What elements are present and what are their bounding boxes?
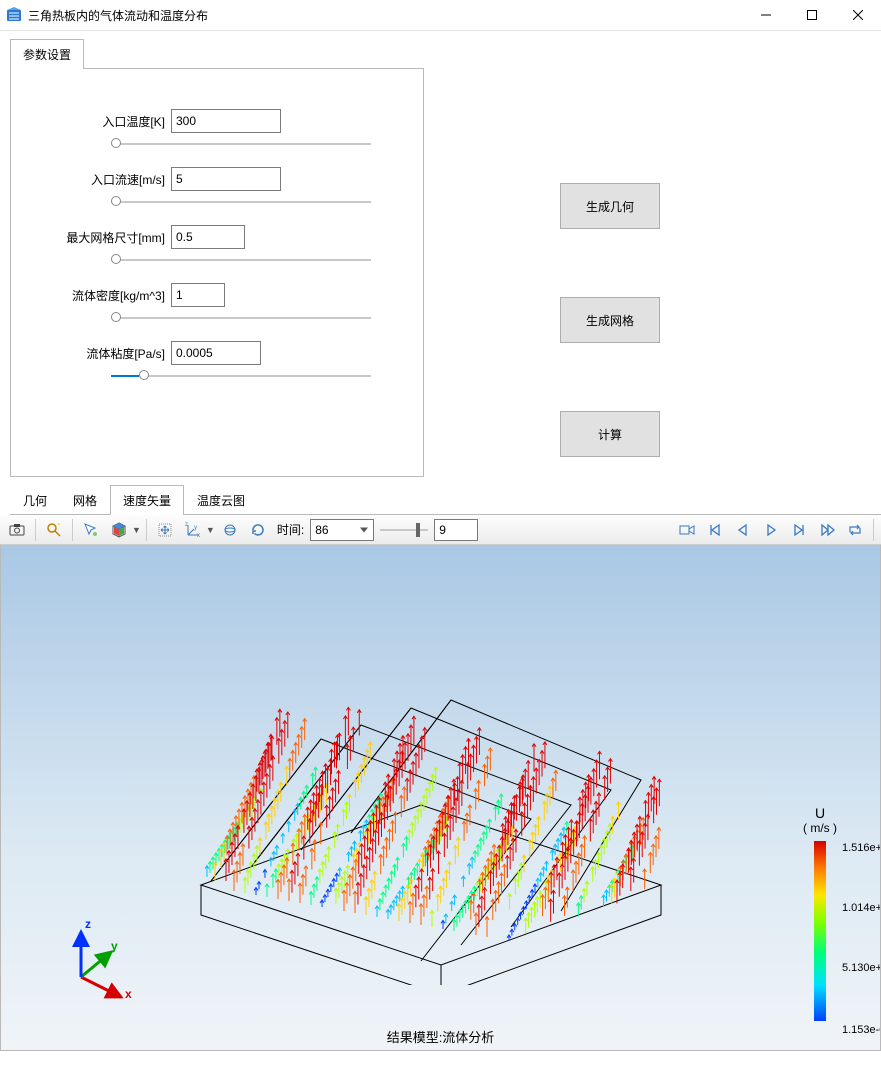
frame-input[interactable] — [434, 519, 478, 541]
zoom-reset-icon[interactable] — [41, 517, 67, 543]
legend-unit: ( m/s ) — [780, 821, 860, 835]
time-label: 时间: — [277, 521, 304, 538]
velocity-vector-model — [141, 605, 701, 985]
generate-mesh-button[interactable]: 生成网格 — [560, 297, 660, 343]
play-icon[interactable] — [758, 517, 784, 543]
param-slider[interactable] — [111, 311, 371, 325]
tab-params[interactable]: 参数设置 — [10, 39, 84, 69]
param-slider[interactable] — [111, 195, 371, 209]
rotate-icon[interactable] — [217, 517, 243, 543]
params-panel: 入口温度[K] 入口流速[m/s] 最大网格尺寸[mm] 流体密度[kg/m^3] 流体… — [10, 68, 424, 477]
skip-first-icon[interactable] — [702, 517, 728, 543]
maximize-button[interactable] — [789, 0, 835, 30]
param-input[interactable] — [171, 283, 225, 307]
svg-text:y: y — [194, 525, 197, 531]
select-icon[interactable] — [78, 517, 104, 543]
app-icon — [6, 7, 22, 23]
refresh-icon[interactable] — [245, 517, 271, 543]
loop-icon[interactable] — [842, 517, 868, 543]
param-label: 入口温度[K] — [41, 113, 171, 130]
result-tab[interactable]: 温度云图 — [184, 485, 258, 515]
result-tab[interactable]: 速度矢量 — [110, 485, 184, 515]
axis-triad: x y z — [61, 917, 151, 1010]
param-row: 入口温度[K] — [41, 109, 413, 133]
param-row: 流体粘度[Pa/s] — [41, 341, 413, 365]
param-row: 流体密度[kg/m^3] — [41, 283, 413, 307]
viewer-toolbar: ▼ zxy ▼ 时间: 86 — [0, 515, 881, 545]
skip-last-icon[interactable] — [814, 517, 840, 543]
titlebar: 三角热板内的气体流动和温度分布 — [0, 0, 881, 31]
axes-icon[interactable]: z xy — [180, 517, 206, 543]
record-icon[interactable] — [674, 517, 700, 543]
window-title: 三角热板内的气体流动和温度分布 — [28, 7, 743, 24]
legend-tick: 1.516e+01 — [842, 842, 881, 854]
param-label: 流体粘度[Pa/s] — [41, 345, 171, 362]
result-tabstrip: 几何网格速度矢量温度云图 — [10, 485, 881, 515]
legend-colorbar — [814, 841, 826, 1021]
generate-geometry-button[interactable]: 生成几何 — [560, 183, 660, 229]
svg-text:z: z — [185, 522, 188, 528]
param-input[interactable] — [171, 341, 261, 365]
param-slider[interactable] — [111, 369, 371, 383]
param-input[interactable] — [171, 167, 281, 191]
action-buttons: 生成几何 生成网格 计算 — [560, 183, 660, 457]
legend-title: U — [780, 805, 860, 821]
svg-text:x: x — [197, 533, 200, 538]
step-back-icon[interactable] — [730, 517, 756, 543]
param-slider[interactable] — [111, 253, 371, 267]
param-input[interactable] — [171, 225, 245, 249]
time-combo[interactable]: 86 — [310, 519, 374, 541]
move-icon[interactable] — [152, 517, 178, 543]
color-cube-icon[interactable] — [106, 517, 132, 543]
screenshot-icon[interactable] — [4, 517, 30, 543]
legend-tick: 1.153e-01 — [842, 1024, 881, 1036]
step-forward-icon[interactable] — [786, 517, 812, 543]
param-input[interactable] — [171, 109, 281, 133]
window-controls — [743, 0, 881, 30]
close-button[interactable] — [835, 0, 881, 30]
result-tab[interactable]: 几何 — [10, 485, 60, 515]
param-label: 最大网格尺寸[mm] — [41, 229, 171, 246]
time-value: 86 — [315, 523, 328, 537]
result-viewport[interactable]: x y z U ( m/s ) 1.516e+01 1.014e+01 5.13… — [0, 545, 881, 1051]
param-label: 入口流速[m/s] — [41, 171, 171, 188]
legend-tick: 1.014e+01 — [842, 902, 881, 914]
axis-x-label: x — [125, 987, 132, 1001]
minimize-button[interactable] — [743, 0, 789, 30]
compute-button[interactable]: 计算 — [560, 411, 660, 457]
model-caption: 结果模型:流体分析 — [387, 1027, 495, 1046]
axis-y-label: y — [111, 939, 118, 953]
result-tab[interactable]: 网格 — [60, 485, 110, 515]
params-tabstrip: 参数设置 — [10, 39, 881, 69]
param-label: 流体密度[kg/m^3] — [41, 287, 171, 304]
param-slider[interactable] — [111, 137, 371, 151]
axis-z-label: z — [85, 917, 91, 931]
param-row: 入口流速[m/s] — [41, 167, 413, 191]
legend-tick: 5.130e+00 — [842, 962, 881, 974]
time-slider[interactable] — [380, 521, 428, 539]
param-row: 最大网格尺寸[mm] — [41, 225, 413, 249]
